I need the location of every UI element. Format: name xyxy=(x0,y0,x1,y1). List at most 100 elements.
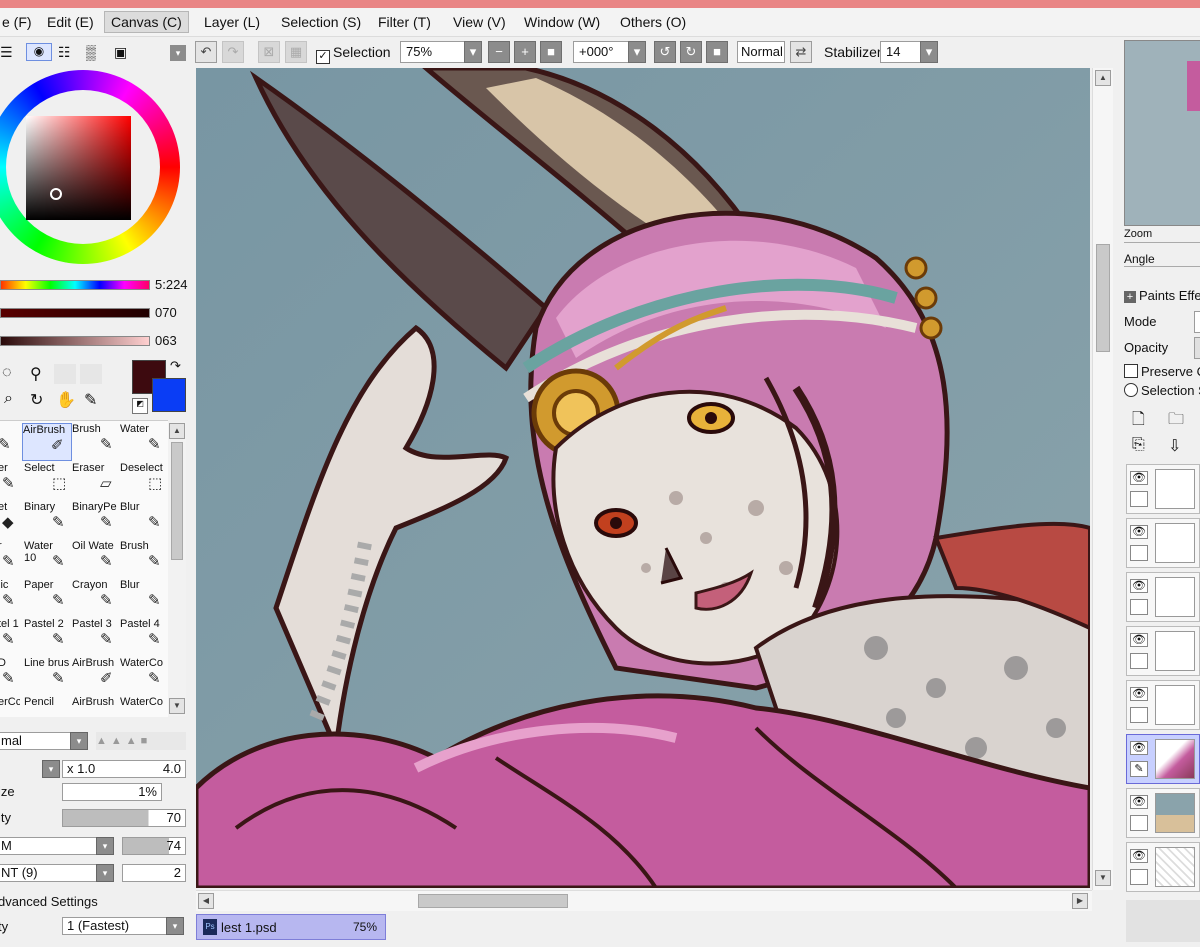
eye-icon[interactable]: 👁 xyxy=(1130,687,1148,701)
tool-cell-clipped[interactable]: ✎ xyxy=(0,423,20,461)
blend-mode-select[interactable]: mal xyxy=(0,732,72,750)
eye-icon[interactable]: 👁 xyxy=(1130,633,1148,647)
tool-grid-scrollbar[interactable]: ▲ ▼ xyxy=(168,422,186,716)
eye-icon[interactable]: 👁 xyxy=(1130,741,1148,755)
menu-edit[interactable]: Edit (E) xyxy=(41,12,100,32)
tool-cell-pastel-3[interactable]: Pastel 3 ✎ xyxy=(72,618,122,656)
layer-item[interactable]: 👁 xyxy=(1126,788,1200,838)
brush-size-field[interactable]: x 1.0 4.0 xyxy=(62,760,186,778)
hue-slider[interactable]: 5:224 xyxy=(0,277,190,294)
rotation-dropdown-icon[interactable]: ▾ xyxy=(628,41,646,63)
tool-cell-watercolor[interactable]: WaterCo ✎ xyxy=(120,657,168,695)
flip-horizontal-icon[interactable]: ⇄ xyxy=(790,41,812,63)
scratchpad-icon[interactable]: ▣ xyxy=(114,44,127,61)
rotate-tool-icon[interactable]: ↻ xyxy=(30,390,43,410)
new-layer-icon[interactable]: 🗋 xyxy=(1132,408,1145,435)
zoom-tool-icon[interactable]: ⌕ xyxy=(4,390,13,408)
advanced-settings-toggle[interactable]: dvanced Settings xyxy=(0,894,98,909)
document-tab[interactable]: Ps lest 1.psd 75% xyxy=(196,914,386,940)
menu-filter[interactable]: Filter (T) xyxy=(372,12,437,32)
layer-item[interactable]: 👁 xyxy=(1126,842,1200,892)
layer-item[interactable]: 👁 xyxy=(1126,464,1200,514)
saturation-slider[interactable]: 070 xyxy=(0,305,190,322)
transparent-color-icon[interactable]: ◩ xyxy=(132,398,148,414)
zoom-out-icon[interactable]: − xyxy=(488,41,510,63)
new-folder-icon[interactable]: 🗀 xyxy=(1168,408,1184,435)
tool-cell-eraser[interactable]: Eraser ▱ xyxy=(72,462,122,500)
paint-amount-field[interactable]: 2 xyxy=(122,864,186,882)
menu-canvas[interactable]: Canvas (C) xyxy=(104,11,189,33)
drawing-canvas[interactable] xyxy=(196,68,1090,888)
layer-item-selected[interactable]: 👁 ✎ xyxy=(1126,734,1200,784)
angle-row[interactable]: Angle xyxy=(1124,252,1200,267)
layer-lock-box[interactable] xyxy=(1130,707,1148,723)
stabilizer-dropdown-icon[interactable]: ▾ xyxy=(920,41,938,63)
layer-item[interactable]: 👁 xyxy=(1126,518,1200,568)
menu-selection[interactable]: Selection (S) xyxy=(275,12,367,32)
canvas-vertical-scrollbar[interactable]: ▲ ▼ xyxy=(1092,68,1113,890)
swap-colors-icon[interactable]: ↷ xyxy=(170,358,181,374)
min-size-field[interactable]: 1% xyxy=(62,783,162,801)
selection-toggle[interactable]: ✓ Selection xyxy=(316,41,391,64)
copy-layer-icon[interactable]: ⎘ xyxy=(1132,436,1145,454)
paint-dropdown-icon[interactable]: ▾ xyxy=(96,864,114,882)
eye-icon[interactable]: 👁 xyxy=(1130,849,1148,863)
quality-select[interactable]: 1 (Fastest) xyxy=(62,917,168,935)
tool-cell-blur[interactable]: Blur ✎ xyxy=(120,501,168,539)
tool-cell-pencil[interactable]: Pencil xyxy=(24,696,74,717)
layer-lock-box[interactable] xyxy=(1130,653,1148,669)
paint-effects-header[interactable]: + Paints Effe xyxy=(1124,288,1200,303)
tool-cell-airbrush-2[interactable]: AirBrush ✐ xyxy=(72,657,122,695)
tool-cell-water[interactable]: Water ✎ xyxy=(120,423,168,461)
size-multiplier-dropdown-icon[interactable]: ▾ xyxy=(42,760,60,778)
layer-item[interactable]: 👁 xyxy=(1126,680,1200,730)
layer-item[interactable]: 👁 xyxy=(1126,626,1200,676)
texture-dropdown-icon[interactable]: ▾ xyxy=(96,837,114,855)
tool-cell-pastel-4[interactable]: Pastel 4 ✎ xyxy=(120,618,168,656)
opacity-slider[interactable] xyxy=(1194,337,1200,359)
rotate-cw-icon[interactable]: ↻ xyxy=(680,41,702,63)
rgb-slider-icon[interactable]: ☷ xyxy=(58,44,71,61)
rotate-ccw-icon[interactable]: ↺ xyxy=(654,41,676,63)
scroll-down-icon[interactable]: ▼ xyxy=(169,698,185,714)
tool-cell-clipped[interactable]: r✎ xyxy=(0,540,20,578)
density-slider[interactable]: 70 xyxy=(62,809,186,827)
hand-tool-icon[interactable]: ✋ xyxy=(56,390,76,410)
scroll-thumb[interactable] xyxy=(171,442,183,560)
tool-cell-crayon[interactable]: Crayon ✎ xyxy=(72,579,122,617)
tool-cell-clipped[interactable]: erCc xyxy=(0,696,20,717)
eye-icon[interactable]: 👁 xyxy=(1130,579,1148,593)
panel-menu-icon[interactable]: ▾ xyxy=(170,45,186,61)
layer-item[interactable]: 👁 xyxy=(1126,572,1200,622)
rotation-reset-icon[interactable]: ■ xyxy=(706,41,728,63)
tool-cell-binary[interactable]: Binary ✎ xyxy=(24,501,74,539)
menu-view[interactable]: View (V) xyxy=(447,12,512,32)
quality-dropdown-icon[interactable]: ▾ xyxy=(166,917,184,935)
scroll-down-icon[interactable]: ▼ xyxy=(1095,870,1111,886)
layer-lock-box[interactable] xyxy=(1130,491,1148,507)
eye-icon[interactable]: 👁 xyxy=(1130,795,1148,809)
tool-cell-brush[interactable]: Brush ✎ xyxy=(72,423,122,461)
layer-lock-box[interactable] xyxy=(1130,869,1148,885)
view-mode-field[interactable]: Normal xyxy=(737,41,785,63)
navigator-preview[interactable] xyxy=(1124,40,1200,226)
redo-icon[interactable]: ↷ xyxy=(222,41,244,63)
canvas-horizontal-scrollbar[interactable]: ◀ ▶ xyxy=(196,890,1092,911)
tool-cell-clipped[interactable]: tel 1 ✎ xyxy=(0,618,20,656)
pen-icon[interactable]: ✎ xyxy=(1130,761,1148,777)
texture-select[interactable]: M xyxy=(0,837,98,855)
horizontal-scroll-thumb[interactable] xyxy=(418,894,568,908)
saturation-value-square[interactable] xyxy=(26,116,131,220)
paint-select[interactable]: NT (9) xyxy=(0,864,98,882)
tool-cell-brush-2[interactable]: Brush ✎ xyxy=(120,540,168,578)
zoom-dropdown-icon[interactable]: ▾ xyxy=(464,41,482,63)
menu-file[interactable]: e (F) xyxy=(0,12,38,32)
tool-cell-select[interactable]: Select ⬚ xyxy=(24,462,74,500)
zoom-in-icon[interactable]: + xyxy=(514,41,536,63)
tool-cell-clipped[interactable]: D✎ xyxy=(0,657,20,695)
secondary-color-swatch[interactable] xyxy=(152,378,186,412)
scroll-right-icon[interactable]: ▶ xyxy=(1072,893,1088,909)
tool-cell-line-brush[interactable]: Line brus ✎ xyxy=(24,657,74,695)
tool-cell-deselect[interactable]: Deselect ⬚ xyxy=(120,462,168,500)
eye-icon[interactable]: 👁 xyxy=(1130,471,1148,485)
